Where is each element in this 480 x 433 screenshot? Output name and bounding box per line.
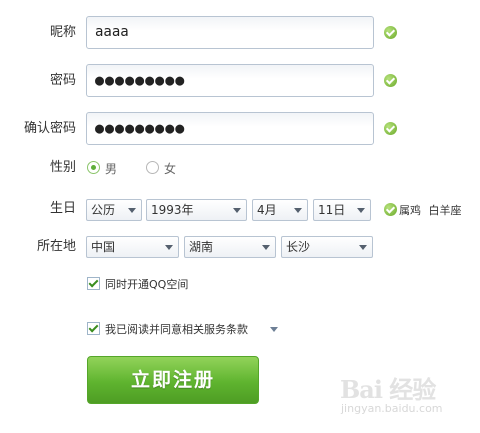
birth-year-select[interactable]: 1993年: [146, 199, 247, 221]
register-button[interactable]: 立即注册: [87, 356, 259, 404]
zodiac-info: 属鸡 白羊座: [399, 202, 462, 218]
city-select[interactable]: 长沙: [281, 236, 373, 258]
nickname-input[interactable]: aaaa: [86, 16, 374, 49]
baidu-jingyan-watermark: Bai 经验: [340, 375, 436, 404]
gender-female-radio[interactable]: [146, 161, 159, 174]
nickname-label: 昵称: [49, 25, 76, 40]
confirm-password-input[interactable]: ●●●●●●●●●: [86, 112, 374, 145]
zodiac-text: 属鸡: [399, 204, 421, 217]
qzone-checkbox[interactable]: [87, 277, 100, 290]
agreement-checkbox[interactable]: [87, 322, 100, 335]
constellation-text: 白羊座: [428, 204, 462, 217]
chevron-down-icon: [262, 245, 270, 250]
nickname-valid-check-icon: [384, 26, 397, 39]
password-label: 密码: [49, 73, 76, 88]
birth-year-value: 1993年: [151, 203, 194, 217]
chevron-down-icon: [357, 208, 365, 213]
gender-label: 性别: [49, 160, 76, 175]
province-select[interactable]: 湖南: [184, 236, 276, 258]
chevron-down-icon: [233, 208, 241, 213]
chevron-down-icon: [359, 245, 367, 250]
gender-male-label: 男: [105, 162, 118, 176]
country-value: 中国: [91, 240, 116, 254]
watermark-url: jingyan.baidu.com: [341, 402, 443, 415]
birth-day-value: 11日: [318, 203, 346, 217]
gender-female-label: 女: [164, 162, 177, 176]
confirm-password-label: 确认密码: [23, 121, 76, 136]
birth-month-select[interactable]: 4月: [252, 199, 308, 221]
city-value: 长沙: [286, 240, 311, 254]
gender-male-radio[interactable]: [87, 161, 100, 174]
calendar-type-value: 公历: [91, 203, 116, 217]
calendar-type-select[interactable]: 公历: [86, 199, 142, 221]
birth-day-select[interactable]: 11日: [313, 199, 371, 221]
country-select[interactable]: 中国: [86, 236, 179, 258]
chevron-down-icon: [128, 208, 136, 213]
birthday-valid-check-icon: [384, 203, 397, 216]
location-label: 所在地: [36, 239, 76, 254]
chevron-down-icon: [165, 245, 173, 250]
password-input[interactable]: ●●●●●●●●●: [86, 64, 374, 97]
chevron-down-icon: [294, 208, 302, 213]
password-valid-check-icon: [384, 74, 397, 87]
confirm-password-valid-check-icon: [384, 122, 397, 135]
agreement-expand-chevron-down-icon[interactable]: [270, 327, 278, 332]
birthday-label: 生日: [49, 201, 76, 216]
birth-month-value: 4月: [257, 203, 277, 217]
province-value: 湖南: [189, 240, 214, 254]
qzone-label: 同时开通QQ空间: [105, 278, 189, 291]
agreement-label[interactable]: 我已阅读并同意相关服务条款: [105, 321, 248, 337]
